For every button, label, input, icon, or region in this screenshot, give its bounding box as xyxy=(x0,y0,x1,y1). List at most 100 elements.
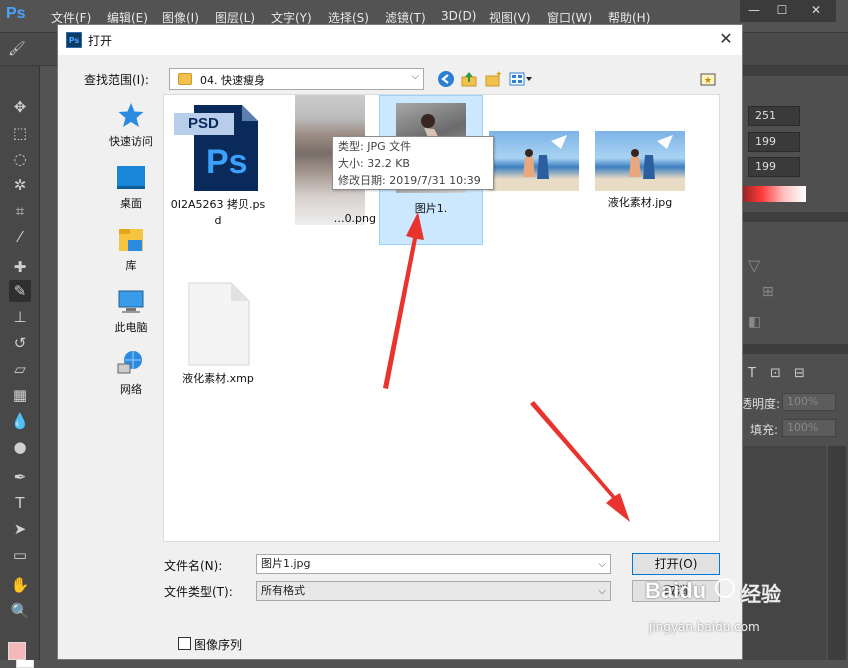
beach-thumbnail xyxy=(489,131,579,191)
folder-icon xyxy=(178,73,192,85)
dodge-icon[interactable]: ● xyxy=(9,436,31,458)
watermark-url: jingyan.baidu.com xyxy=(649,620,760,634)
ps-app-icon: Ps xyxy=(66,32,82,48)
favorite-folder-icon[interactable]: ★ xyxy=(698,70,718,90)
type-layer-icon[interactable]: T xyxy=(748,366,756,381)
stamp-tool-icon[interactable]: ⊥ xyxy=(9,306,31,328)
dialog-close-button[interactable]: ✕ xyxy=(714,28,738,52)
file-name: 0I2A5263 拷贝.psd xyxy=(170,198,266,227)
crop-tool-icon[interactable]: ⌗ xyxy=(9,200,31,222)
history-brush-icon[interactable]: ↺ xyxy=(9,332,31,354)
color-value-g[interactable]: 199 xyxy=(748,132,800,152)
marquee-tool-icon[interactable]: ⬚ xyxy=(9,122,31,144)
blank-document-icon xyxy=(183,281,253,367)
hand-tool-icon[interactable]: ✋ xyxy=(9,574,31,596)
shape-tool-icon[interactable]: ▭ xyxy=(9,544,31,566)
panel-header-2 xyxy=(740,212,848,222)
fill-label: 填充: xyxy=(750,423,779,437)
file-item[interactable]: 液化素材.xmp xyxy=(170,281,266,431)
place-label: 快速访问 xyxy=(109,135,153,148)
chevron-down-icon[interactable]: ⌵ xyxy=(598,556,606,574)
lookin-value: 04. 快速瘦身 xyxy=(200,74,265,87)
filename-value: 图片1.jpg xyxy=(261,557,311,570)
opacity-label: 透明度: xyxy=(740,397,781,411)
back-icon[interactable] xyxy=(436,70,456,90)
tooltip-type: 类型: JPG 文件 xyxy=(338,140,412,153)
computer-icon xyxy=(116,287,146,315)
file-item[interactable]: 液化素材.jpg xyxy=(594,131,686,281)
triangle-icon[interactable]: ▽ xyxy=(748,256,760,275)
network-icon xyxy=(116,349,146,377)
ps-badge: Ps xyxy=(206,143,248,181)
smart-object-icon[interactable]: ⊟ xyxy=(794,366,805,381)
beach-thumbnail xyxy=(595,131,685,191)
minimize-button[interactable]: — xyxy=(740,0,768,22)
toolbox: ✥ ⬚ ◌ ✲ ⌗ ⁄ ✚ ✎ ⊥ ↺ ▱ ▦ 💧 ● ✒ T ➤ ▭ ✋ 🔍 xyxy=(0,66,40,668)
new-folder-icon[interactable]: ✦ xyxy=(483,70,503,90)
eraser-icon[interactable]: ▱ xyxy=(9,358,31,380)
file-item[interactable] xyxy=(488,131,580,281)
library-icon xyxy=(116,225,146,253)
place-label: 桌面 xyxy=(120,197,142,210)
close-window-button[interactable]: ✕ xyxy=(796,0,836,22)
tooltip-size: 大小: 32.2 KB xyxy=(338,157,410,170)
place-network[interactable]: 网络 xyxy=(103,347,159,407)
chevron-down-icon[interactable]: ⌵ xyxy=(598,583,606,601)
place-library[interactable]: 库 xyxy=(103,223,159,283)
chevron-down-icon: ⌵ xyxy=(411,71,419,82)
places-bar: 快速访问 桌面 库 此电脑 网络 xyxy=(103,97,159,407)
filename-input[interactable]: 图片1.jpg ⌵ xyxy=(256,554,611,574)
place-quick-access[interactable]: 快速访问 xyxy=(103,99,159,159)
file-name: 液化素材.xmp xyxy=(182,372,254,385)
color-value-r[interactable]: 251 xyxy=(748,106,800,126)
svg-text:✦: ✦ xyxy=(495,70,502,80)
place-desktop[interactable]: 桌面 xyxy=(103,161,159,221)
dialog-title: 打开 xyxy=(88,34,113,48)
lasso-tool-icon[interactable]: ◌ xyxy=(9,148,31,170)
place-label: 此电脑 xyxy=(114,321,148,334)
baidu-watermark: Baidu 经验 jingyan.baidu.com xyxy=(645,572,785,652)
maximize-button[interactable]: ☐ xyxy=(768,0,796,22)
panel-header xyxy=(740,66,848,76)
brush-tool-icon[interactable]: ✎ xyxy=(9,280,31,302)
sequence-checkbox[interactable] xyxy=(178,637,191,650)
magic-wand-icon[interactable]: ✲ xyxy=(9,174,31,196)
view-menu-icon[interactable] xyxy=(508,70,534,90)
panel-header-3 xyxy=(740,344,848,354)
tooltip-modified: 修改日期: 2019/7/31 10:39 xyxy=(338,174,481,187)
filetype-select[interactable]: 所有格式 ⌵ xyxy=(256,581,611,601)
healing-brush-icon[interactable]: ✚ xyxy=(9,256,31,278)
zoom-tool-icon[interactable]: 🔍 xyxy=(9,600,31,622)
path-select-icon[interactable]: ➤ xyxy=(9,518,31,540)
gradient-icon[interactable]: ▦ xyxy=(9,384,31,406)
menu-3d[interactable]: 3D(D) xyxy=(441,9,476,23)
paw-icon xyxy=(715,578,735,598)
foreground-color-swatch[interactable] xyxy=(8,642,26,660)
grid-icon[interactable]: ⊞ xyxy=(762,284,774,300)
psd-file-icon: PSD Ps xyxy=(172,103,264,193)
pen-tool-icon[interactable]: ✒ xyxy=(9,466,31,488)
place-label: 库 xyxy=(125,259,137,272)
shape-layer-icon[interactable]: ⊡ xyxy=(770,366,781,381)
dialog-titlebar: Ps 打开 ✕ xyxy=(58,25,742,55)
file-item[interactable]: PSD Ps 0I2A5263 拷贝.psd xyxy=(170,103,266,253)
type-tool-icon[interactable]: T xyxy=(9,492,31,514)
square-icon[interactable]: ◧ xyxy=(748,314,761,330)
move-tool-icon[interactable]: ✥ xyxy=(9,96,31,118)
open-dialog: Ps 打开 ✕ 查找范围(I): 04. 快速瘦身 ⌵ ✦ ★ 快速访问 桌面 … xyxy=(57,24,743,660)
place-this-pc[interactable]: 此电脑 xyxy=(103,285,159,345)
file-name: 液化素材.jpg xyxy=(607,196,673,209)
lookin-dropdown[interactable]: 04. 快速瘦身 ⌵ xyxy=(169,68,424,90)
blur-icon[interactable]: 💧 xyxy=(9,410,31,432)
layers-scrollbar[interactable] xyxy=(828,446,846,660)
up-folder-icon[interactable] xyxy=(459,70,479,90)
watermark-product: 经验 xyxy=(741,582,781,606)
color-slider[interactable] xyxy=(740,186,806,202)
eyedropper-icon[interactable]: ⁄ xyxy=(9,226,31,248)
opacity-field[interactable]: 100% xyxy=(782,393,836,411)
fill-field[interactable]: 100% xyxy=(782,419,836,437)
file-name: …0.png xyxy=(333,212,376,225)
filetype-value: 所有格式 xyxy=(261,584,305,597)
color-value-b[interactable]: 199 xyxy=(748,157,800,177)
brush-preset-icon[interactable]: 🖌 xyxy=(8,41,26,57)
